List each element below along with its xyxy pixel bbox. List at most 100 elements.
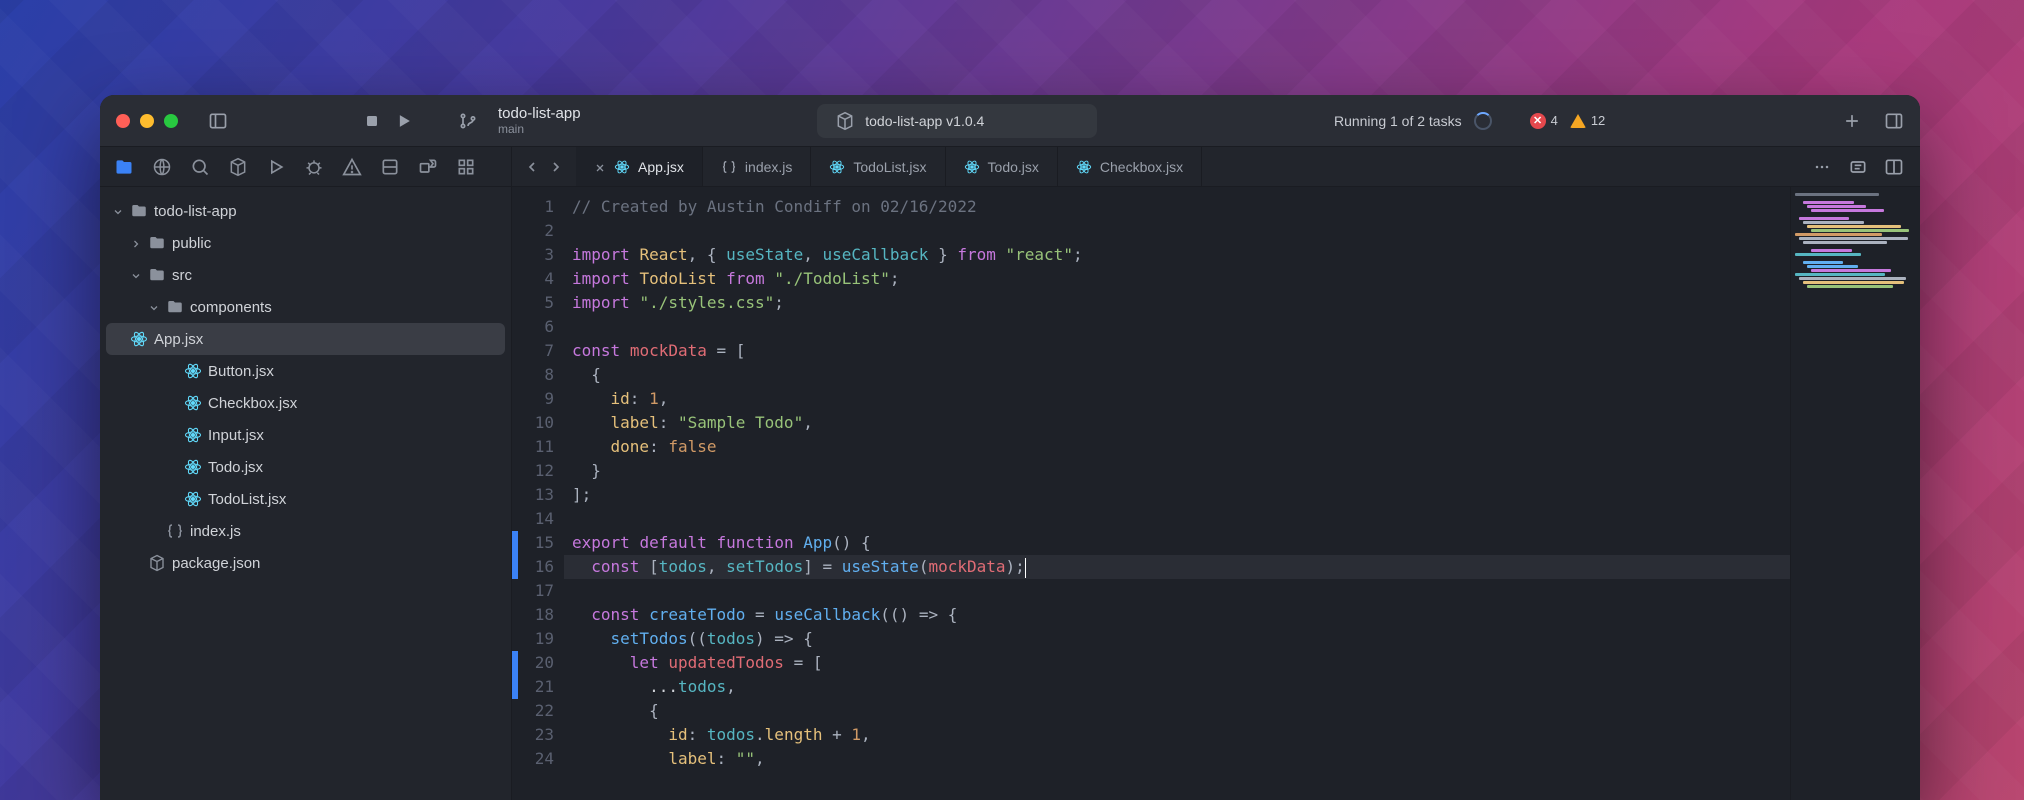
window-controls <box>116 114 178 128</box>
braces-icon <box>166 522 184 540</box>
layout-icon[interactable] <box>380 157 400 177</box>
tree-label: todo-list-app <box>154 203 237 220</box>
tree-item-input-jsx[interactable]: Input.jsx <box>100 419 511 451</box>
code-line[interactable]: ...todos, <box>564 675 1790 699</box>
tree-item-todolist-jsx[interactable]: TodoList.jsx <box>100 483 511 515</box>
editor-area: App.jsxindex.jsTodoList.jsxTodo.jsxCheck… <box>512 147 1920 800</box>
file-explorer-sidebar: todo-list-app publicsrc components App.jsx B… <box>100 147 512 800</box>
grid-icon[interactable] <box>456 157 476 177</box>
code-line[interactable]: let updatedTodos = [ <box>564 651 1790 675</box>
code-line[interactable]: const mockData = [ <box>564 339 1790 363</box>
tab-checkbox-jsx[interactable]: Checkbox.jsx <box>1058 147 1202 186</box>
react-icon <box>184 394 202 412</box>
code-editor[interactable]: 123456789101112131415161718192021222324 … <box>512 187 1790 800</box>
split-editor-icon[interactable] <box>1884 157 1904 177</box>
code-line[interactable]: import TodoList from "./TodoList"; <box>564 267 1790 291</box>
code-line[interactable]: const [todos, setTodos] = useState(mockD… <box>564 555 1790 579</box>
warning-count: 12 <box>1591 113 1605 128</box>
tree-item-src[interactable]: src <box>100 259 511 291</box>
tree-item-index-js[interactable]: index.js <box>100 515 511 547</box>
build-target-pill[interactable]: todo-list-app v1.0.4 <box>817 104 1097 138</box>
tree-item-todo-jsx[interactable]: Todo.jsx <box>100 451 511 483</box>
branch-name: main <box>498 122 581 136</box>
toggle-sidebar-icon[interactable] <box>208 111 228 131</box>
tab-index-js[interactable]: index.js <box>703 147 811 186</box>
tree-item-checkbox-jsx[interactable]: Checkbox.jsx <box>100 387 511 419</box>
files-tab-icon[interactable] <box>114 157 134 177</box>
code-line[interactable]: id: todos.length + 1, <box>564 723 1790 747</box>
zoom-window-button[interactable] <box>164 114 178 128</box>
stop-button-icon[interactable] <box>362 111 382 131</box>
extensions-icon[interactable] <box>418 157 438 177</box>
folder-icon <box>148 234 166 252</box>
code-content[interactable]: // Created by Austin Condiff on 02/16/20… <box>564 187 1790 800</box>
globe-icon[interactable] <box>152 157 172 177</box>
close-window-button[interactable] <box>116 114 130 128</box>
tab-todolist-jsx[interactable]: TodoList.jsx <box>811 147 945 186</box>
tree-label: components <box>190 299 272 316</box>
minimize-window-button[interactable] <box>140 114 154 128</box>
project-title[interactable]: todo-list-app main <box>498 105 581 136</box>
code-line[interactable]: label: "", <box>564 747 1790 771</box>
code-line[interactable]: // Created by Austin Condiff on 02/16/20… <box>564 195 1790 219</box>
tree-item-package-json[interactable]: package.json <box>100 547 511 579</box>
tree-item-app-jsx[interactable]: App.jsx <box>106 323 505 355</box>
code-line[interactable] <box>564 219 1790 243</box>
tree-label: Checkbox.jsx <box>208 395 297 412</box>
add-icon[interactable] <box>1842 111 1862 131</box>
search-icon[interactable] <box>190 157 210 177</box>
minimap[interactable] <box>1790 187 1920 800</box>
code-line[interactable]: setTodos((todos) => { <box>564 627 1790 651</box>
react-icon <box>184 458 202 476</box>
tree-root[interactable]: todo-list-app <box>100 195 511 227</box>
spinner-icon <box>1474 112 1492 130</box>
code-line[interactable]: const createTodo = useCallback(() => { <box>564 603 1790 627</box>
tree-label: Button.jsx <box>208 363 274 380</box>
tab-app-jsx[interactable]: App.jsx <box>576 147 703 186</box>
run-icon[interactable] <box>266 157 286 177</box>
toggle-right-panel-icon[interactable] <box>1884 111 1904 131</box>
tree-item-public[interactable]: public <box>100 227 511 259</box>
code-line[interactable]: done: false <box>564 435 1790 459</box>
sidebar-toolbar <box>100 147 511 187</box>
errors-badge[interactable]: ✕ 4 <box>1530 113 1558 129</box>
code-line[interactable]: } <box>564 459 1790 483</box>
warning-icon <box>1570 114 1586 128</box>
nav-back-icon[interactable] <box>524 159 540 175</box>
tree-item-button-jsx[interactable]: Button.jsx <box>100 355 511 387</box>
close-icon[interactable] <box>594 161 606 173</box>
tree-label: Input.jsx <box>208 427 264 444</box>
tree-label: App.jsx <box>154 331 203 348</box>
code-line[interactable] <box>564 507 1790 531</box>
warnings-badge[interactable]: 12 <box>1570 113 1605 128</box>
code-line[interactable]: export default function App() { <box>564 531 1790 555</box>
code-line[interactable]: ]; <box>564 483 1790 507</box>
related-items-icon[interactable] <box>1848 157 1868 177</box>
react-icon <box>829 159 845 175</box>
code-line[interactable]: import "./styles.css"; <box>564 291 1790 315</box>
code-line[interactable]: import React, { useState, useCallback } … <box>564 243 1790 267</box>
nav-forward-icon[interactable] <box>548 159 564 175</box>
file-tree: todo-list-app publicsrc components App.jsx B… <box>100 187 511 587</box>
code-line[interactable] <box>564 579 1790 603</box>
code-line[interactable]: label: "Sample Todo", <box>564 411 1790 435</box>
code-line[interactable]: { <box>564 699 1790 723</box>
code-line[interactable]: id: 1, <box>564 387 1790 411</box>
tree-item-components[interactable]: components <box>100 291 511 323</box>
code-line[interactable]: { <box>564 363 1790 387</box>
tab-todo-jsx[interactable]: Todo.jsx <box>946 147 1058 186</box>
titlebar: todo-list-app main todo-list-app v1.0.4 … <box>100 95 1920 147</box>
code-line[interactable] <box>564 315 1790 339</box>
debug-icon[interactable] <box>304 157 324 177</box>
error-icon: ✕ <box>1530 113 1546 129</box>
react-icon <box>1076 159 1092 175</box>
play-button-icon[interactable] <box>394 111 414 131</box>
more-icon[interactable] <box>1812 157 1832 177</box>
branch-icon[interactable] <box>458 111 478 131</box>
react-icon <box>184 362 202 380</box>
cube-icon[interactable] <box>228 157 248 177</box>
text-cursor <box>1025 558 1026 578</box>
tree-label: index.js <box>190 523 241 540</box>
warnings-tab-icon[interactable] <box>342 157 362 177</box>
react-icon <box>130 330 148 348</box>
